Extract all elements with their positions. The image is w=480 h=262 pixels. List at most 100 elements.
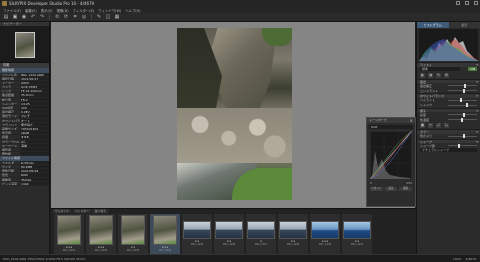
right-panel: ヒストグラム 表示 テイスト ▾ 標準 ON ◐ ◑ ✎ ⚙ 露出 ▾ 露出補正 コントラスト ホワイトバ… xyxy=(416,22,480,254)
preview-image[interactable] xyxy=(177,28,292,200)
channel-select[interactable]: RGB xyxy=(369,125,413,129)
tool-icon[interactable]: ◑ xyxy=(428,72,433,78)
chevron-down-icon[interactable]: ▾ xyxy=(476,130,478,135)
tone-curve-graph[interactable] xyxy=(370,131,412,179)
slider-knob[interactable] xyxy=(463,83,466,88)
preset-select[interactable]: 標準 xyxy=(420,67,461,71)
thumbnail[interactable]: ★★ DSC_0108 xyxy=(278,214,308,254)
tool-icon[interactable]: ⤾ xyxy=(436,123,441,128)
slider-knob[interactable] xyxy=(462,134,465,138)
menu-item-2[interactable]: 表示(V) xyxy=(41,8,53,13)
redo-icon[interactable]: ↷ xyxy=(39,14,45,20)
close-button[interactable] xyxy=(474,1,478,5)
thumbnail-image[interactable] xyxy=(183,221,211,239)
slider-knob[interactable] xyxy=(465,103,468,107)
slider-knob[interactable] xyxy=(462,88,465,93)
navigator-thumbnail[interactable] xyxy=(14,31,35,58)
section-header[interactable]: ホワイトバランス ▾ xyxy=(417,93,480,98)
thumbnail[interactable]: ★★ DSC_0106 xyxy=(214,214,244,254)
grid-icon[interactable]: ▦ xyxy=(114,14,120,20)
slider[interactable] xyxy=(448,103,477,107)
slider[interactable] xyxy=(448,112,477,117)
chevron-down-icon[interactable]: ▾ xyxy=(476,94,478,99)
slider-knob[interactable] xyxy=(461,117,464,122)
open-icon[interactable]: ▤ xyxy=(3,14,9,20)
right-tab-0[interactable]: ヒストグラム xyxy=(417,22,449,28)
chevron-down-icon[interactable]: ▾ xyxy=(476,63,478,68)
thumbnail[interactable]: ★★★ DSC_0104 xyxy=(150,214,180,254)
section-header[interactable]: カラー ▾ xyxy=(417,129,480,134)
filmstrip-tab-0[interactable]: サムネイル xyxy=(53,209,71,213)
info-row: ビット深度 14bit xyxy=(0,181,49,186)
slider-knob[interactable] xyxy=(458,143,461,148)
thumbnail-image[interactable] xyxy=(247,221,275,239)
tool-icon[interactable]: ◐ xyxy=(420,72,425,78)
crop-icon[interactable]: ⌗ xyxy=(72,14,78,20)
slider[interactable] xyxy=(448,88,477,93)
right-tab-1[interactable]: 表示 xyxy=(449,22,480,28)
section-header[interactable]: シャープ ▾ xyxy=(417,138,480,145)
undo-icon[interactable]: ↶ xyxy=(30,14,36,20)
curve-button-2[interactable]: 保存 xyxy=(399,187,413,191)
save-icon[interactable]: ▣ xyxy=(12,14,18,20)
curve-button-1[interactable]: 読込 xyxy=(384,187,398,191)
chevron-down-icon[interactable]: ▾ xyxy=(476,109,478,114)
slider-knob[interactable] xyxy=(459,98,462,102)
thumbnail[interactable]: ★★★ DSC_0109 xyxy=(310,214,340,254)
thumbnail[interactable]: ★ DSC_0107 xyxy=(246,214,276,254)
slider[interactable] xyxy=(448,117,477,122)
thumbnail[interactable]: ★★ DSC_0110 xyxy=(342,214,372,254)
spot-icon[interactable]: ◎ xyxy=(81,14,87,20)
compare-icon[interactable]: ◫ xyxy=(105,14,111,20)
preview-area[interactable] xyxy=(51,22,415,208)
chevron-down-icon[interactable]: ▾ xyxy=(476,140,478,145)
rotate-right-icon[interactable]: ⟳ xyxy=(63,14,69,20)
menu-item-5[interactable]: ウィンドウ(W) xyxy=(98,8,121,13)
thumbnail-image[interactable] xyxy=(279,221,307,239)
thumbnail[interactable]: ★★ DSC_0103 xyxy=(118,214,148,254)
tool-icon[interactable]: ⚙ xyxy=(444,72,449,78)
minimize-button[interactable] xyxy=(456,1,460,5)
info-value: 2021/05/18 xyxy=(20,169,49,173)
thumbnail[interactable]: ★★★ DSC_0102 xyxy=(86,214,116,254)
tool-icon[interactable]: ⤿ xyxy=(444,123,449,128)
tool-icon[interactable]: ✎ xyxy=(436,72,441,78)
menu-item-3[interactable]: 現像(D) xyxy=(57,8,69,13)
section-header[interactable]: 調子 ▾ xyxy=(417,107,480,114)
menu-item-4[interactable]: フィルター(E) xyxy=(73,8,95,13)
slider[interactable] xyxy=(448,143,477,148)
navigator[interactable] xyxy=(0,27,49,63)
brush-icon[interactable]: ✎ xyxy=(96,14,102,20)
thumbnail-image[interactable] xyxy=(153,215,177,245)
thumbnail-image[interactable] xyxy=(311,221,339,239)
info-key: サイズ xyxy=(2,164,11,169)
slider[interactable] xyxy=(448,98,477,102)
thumbnail-image[interactable] xyxy=(215,221,243,239)
thumbnail-image[interactable] xyxy=(57,215,81,245)
slider[interactable] xyxy=(448,134,477,138)
close-icon[interactable]: × xyxy=(410,118,413,123)
tool-icon[interactable]: ▣ xyxy=(420,123,425,128)
develop-icon[interactable]: ◉ xyxy=(21,14,27,20)
filmstrip-tab-1[interactable]: フィルター xyxy=(72,209,91,213)
tool-icon[interactable]: ✂ xyxy=(428,123,433,128)
thumbnail[interactable]: ★★★ DSC_0101 xyxy=(54,214,84,254)
section-header[interactable]: 露出 ▾ xyxy=(417,78,480,85)
menu-item-1[interactable]: 編集(E) xyxy=(25,8,37,13)
slider-knob[interactable] xyxy=(462,112,465,117)
menu-item-0[interactable]: ファイル(F) xyxy=(3,8,21,13)
section-header[interactable]: テイスト ▾ xyxy=(417,62,480,67)
thumbnail[interactable]: ★★ DSC_0105 xyxy=(182,214,212,254)
menu-item-6[interactable]: ヘルプ(H) xyxy=(125,8,140,13)
rotate-left-icon[interactable]: ⟲ xyxy=(54,14,60,20)
filmstrip-tab-2[interactable]: 並べ替え xyxy=(92,209,109,213)
slider-label: 彩度 xyxy=(420,112,427,117)
sharpness-select[interactable]: ナチュラルシャープ xyxy=(420,148,477,152)
curve-button-0[interactable]: リセット xyxy=(370,187,383,191)
chevron-down-icon[interactable]: ▾ xyxy=(476,80,478,85)
maximize-button[interactable] xyxy=(465,1,469,5)
thumbnail-image[interactable] xyxy=(343,221,371,239)
slider[interactable] xyxy=(448,83,477,88)
thumbnail-image[interactable] xyxy=(121,215,145,245)
thumbnail-image[interactable] xyxy=(89,215,113,245)
